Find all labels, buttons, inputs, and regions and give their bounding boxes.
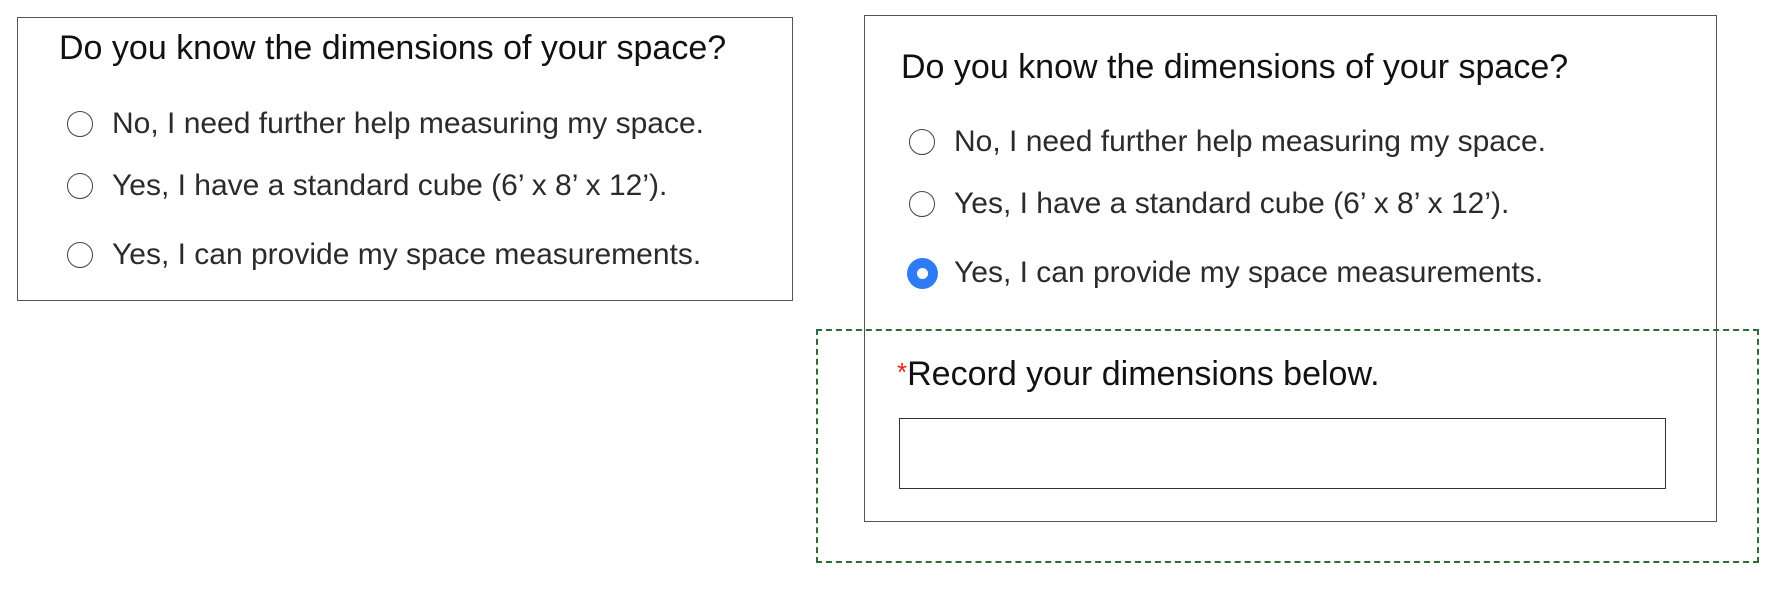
radio-option-need-help[interactable]: No, I need further help measuring my spa… (909, 125, 1546, 159)
radio-button-icon[interactable] (67, 111, 93, 137)
radio-option-provide-measurements[interactable]: Yes, I can provide my space measurements… (907, 256, 1544, 290)
radio-button-icon[interactable] (67, 173, 93, 199)
question-heading: Do you know the dimensions of your space… (901, 48, 1569, 86)
radio-option-provide-measurements[interactable]: Yes, I can provide my space measurements… (67, 238, 701, 272)
radio-option-label: No, I need further help measuring my spa… (954, 125, 1546, 158)
radio-button-icon[interactable] (909, 191, 935, 217)
question-heading: Do you know the dimensions of your space… (59, 29, 727, 67)
radio-option-label: Yes, I have a standard cube (6’ x 8’ x 1… (112, 169, 668, 202)
radio-option-standard-cube[interactable]: Yes, I have a standard cube (6’ x 8’ x 1… (909, 187, 1509, 221)
radio-button-icon[interactable] (67, 242, 93, 268)
radio-selected-icon[interactable] (907, 257, 938, 289)
dimensions-field-label: *Record your dimensions below. (897, 355, 1380, 394)
dimensions-input[interactable] (899, 418, 1666, 489)
radio-option-label: Yes, I have a standard cube (6’ x 8’ x 1… (954, 187, 1510, 220)
required-asterisk: * (897, 357, 908, 387)
radio-option-need-help[interactable]: No, I need further help measuring my spa… (67, 107, 704, 141)
radio-button-icon[interactable] (909, 129, 935, 155)
radio-option-standard-cube[interactable]: Yes, I have a standard cube (6’ x 8’ x 1… (67, 169, 667, 203)
radio-option-label: Yes, I can provide my space measurements… (954, 256, 1544, 289)
radio-option-label: No, I need further help measuring my spa… (112, 107, 704, 140)
radio-option-label: Yes, I can provide my space measurements… (112, 238, 702, 271)
dimensions-label-text: Record your dimensions below. (907, 355, 1380, 393)
